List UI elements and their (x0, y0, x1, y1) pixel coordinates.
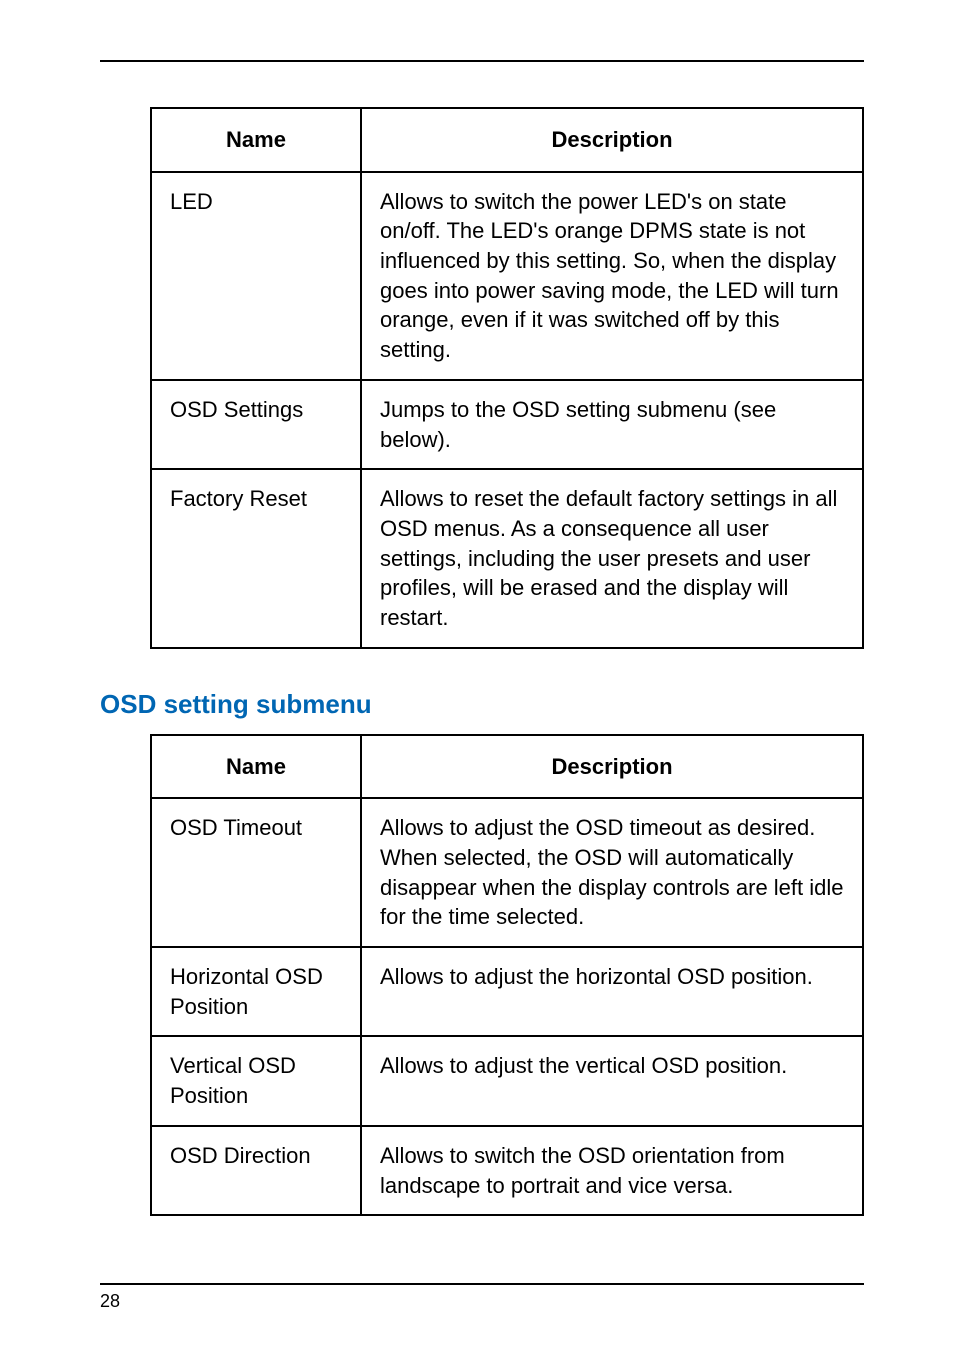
cell-description: Allows to adjust the vertical OSD positi… (361, 1036, 863, 1125)
cell-description: Allows to switch the OSD orientation fro… (361, 1126, 863, 1215)
table-header-row: Name Description (151, 735, 863, 799)
col-header-description: Description (361, 735, 863, 799)
cell-name: OSD Direction (151, 1126, 361, 1215)
footer-rule (100, 1283, 864, 1285)
top-rule (100, 60, 864, 62)
cell-name: LED (151, 172, 361, 380)
table-row: OSD Settings Jumps to the OSD setting su… (151, 380, 863, 469)
cell-description: Allows to switch the power LED's on stat… (361, 172, 863, 380)
section-heading-osd-setting-submenu: OSD setting submenu (100, 689, 864, 720)
table-osd-main: Name Description LED Allows to switch th… (150, 107, 864, 649)
table-osd-setting-submenu: Name Description OSD Timeout Allows to a… (150, 734, 864, 1217)
cell-description: Allows to reset the default factory sett… (361, 469, 863, 647)
cell-description: Jumps to the OSD setting submenu (see be… (361, 380, 863, 469)
table-row: Vertical OSD Position Allows to adjust t… (151, 1036, 863, 1125)
cell-description: Allows to adjust the horizontal OSD posi… (361, 947, 863, 1036)
cell-name: Vertical OSD Position (151, 1036, 361, 1125)
cell-name: Horizontal OSD Position (151, 947, 361, 1036)
col-header-name: Name (151, 735, 361, 799)
cell-name: Factory Reset (151, 469, 361, 647)
col-header-name: Name (151, 108, 361, 172)
table-row: Horizontal OSD Position Allows to adjust… (151, 947, 863, 1036)
table-row: OSD Timeout Allows to adjust the OSD tim… (151, 798, 863, 947)
cell-description: Allows to adjust the OSD timeout as desi… (361, 798, 863, 947)
table-row: LED Allows to switch the power LED's on … (151, 172, 863, 380)
page-number: 28 (100, 1291, 864, 1312)
cell-name: OSD Settings (151, 380, 361, 469)
table-row: OSD Direction Allows to switch the OSD o… (151, 1126, 863, 1215)
table-row: Factory Reset Allows to reset the defaul… (151, 469, 863, 647)
table-header-row: Name Description (151, 108, 863, 172)
col-header-description: Description (361, 108, 863, 172)
cell-name: OSD Timeout (151, 798, 361, 947)
